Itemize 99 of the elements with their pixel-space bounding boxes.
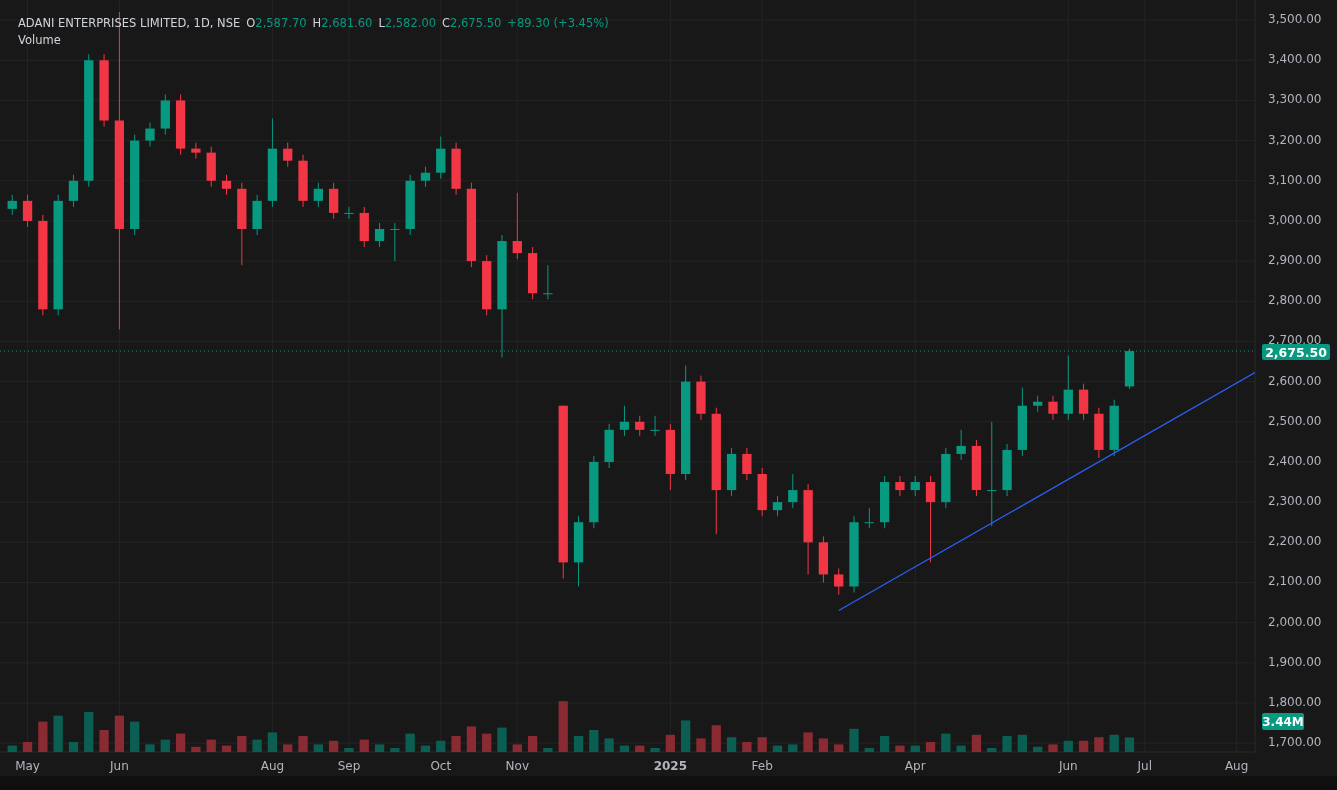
price-axis-label: 2,900.00 xyxy=(1268,253,1322,268)
price-axis-label: 3,200.00 xyxy=(1268,132,1322,147)
price-change: +89.30 (+3.45%) xyxy=(507,16,609,30)
ohlc-value: 2,681.60 xyxy=(321,16,373,30)
candle xyxy=(1094,407,1104,459)
ohlc-label: O xyxy=(246,16,256,30)
candle xyxy=(788,473,798,509)
candle xyxy=(359,206,369,248)
candle xyxy=(1033,395,1043,413)
time-axis-label: Jul xyxy=(1137,759,1153,773)
time-axis-label: Aug xyxy=(260,759,285,773)
price-axis-label: 3,000.00 xyxy=(1268,212,1322,227)
candle xyxy=(221,174,232,196)
candle xyxy=(160,93,170,136)
candle xyxy=(7,194,17,216)
candle xyxy=(390,222,400,262)
candle xyxy=(895,475,905,497)
candle xyxy=(1109,399,1119,457)
candle xyxy=(971,439,982,497)
candle xyxy=(374,222,385,248)
candle xyxy=(941,447,951,509)
candle xyxy=(405,174,415,236)
candle xyxy=(604,423,614,469)
candle xyxy=(650,415,660,437)
candle xyxy=(482,254,492,316)
price-axis-label: 3,300.00 xyxy=(1268,92,1322,107)
price-axis-label: 2,600.00 xyxy=(1268,373,1322,388)
time-axis-label: Feb xyxy=(751,759,773,773)
price-axis-label: 3,400.00 xyxy=(1268,52,1322,67)
price-axis-label: 2,500.00 xyxy=(1268,413,1322,428)
price-axis-label: 1,700.00 xyxy=(1268,735,1322,750)
candle xyxy=(573,515,584,587)
time-axis-label: Apr xyxy=(904,759,926,773)
time-axis-label: Nov xyxy=(505,759,529,773)
candle xyxy=(910,475,920,497)
time-axis-label: 2025 xyxy=(653,759,688,773)
candle xyxy=(344,206,354,220)
volume-label: Volume xyxy=(18,33,62,47)
candle xyxy=(543,264,553,300)
candle xyxy=(283,142,293,168)
candle xyxy=(635,415,645,437)
candle xyxy=(619,405,630,437)
time-axis-label: Jun xyxy=(110,759,129,773)
ohlc-value: 2,675.50 xyxy=(450,16,502,30)
price-axis-label: 2,300.00 xyxy=(1268,494,1322,509)
candle xyxy=(879,475,890,529)
ohlc-label: C xyxy=(442,16,451,30)
candle xyxy=(1048,395,1058,421)
price-axis-label: 1,900.00 xyxy=(1268,654,1322,669)
candle xyxy=(956,429,966,461)
current-price-badge: 2,675.50 xyxy=(1262,344,1330,361)
ohlc-value: 2,582.00 xyxy=(384,16,437,30)
candle xyxy=(772,495,783,517)
candle xyxy=(1124,348,1135,390)
candle xyxy=(864,507,874,529)
time-axis-label: Oct xyxy=(430,759,452,773)
price-axis-label: 2,200.00 xyxy=(1268,534,1322,549)
volume-badge: 3.44M xyxy=(1262,713,1304,730)
candle xyxy=(329,182,339,220)
candle xyxy=(1078,383,1089,421)
candle xyxy=(451,142,461,196)
candle xyxy=(834,567,844,596)
candle xyxy=(420,166,431,188)
candle xyxy=(818,535,829,583)
ohlc-label: L xyxy=(378,16,385,30)
candle xyxy=(191,142,201,160)
candle xyxy=(757,467,767,517)
candle xyxy=(175,93,186,156)
candle xyxy=(665,423,675,491)
ohlc-label: H xyxy=(312,16,322,30)
price-axis-label: 2,100.00 xyxy=(1268,574,1322,589)
candle xyxy=(742,447,752,481)
candle xyxy=(1063,355,1073,421)
candle xyxy=(313,182,323,208)
price-axis-label: 2,000.00 xyxy=(1268,614,1322,629)
ohlc-value: 2,587.70 xyxy=(255,16,307,30)
candle xyxy=(436,136,446,180)
time-axis-label: Aug xyxy=(1224,759,1249,773)
candle xyxy=(1017,387,1027,457)
candle xyxy=(726,447,737,497)
candle xyxy=(527,246,538,300)
candle xyxy=(206,146,216,188)
time-axis-label: May xyxy=(15,759,40,773)
candle xyxy=(298,154,308,208)
candle xyxy=(1002,443,1012,497)
time-axis-label: Sep xyxy=(337,759,361,773)
price-axis-label: 2,400.00 xyxy=(1268,453,1322,468)
candle xyxy=(512,192,522,260)
price-axis-label: 3,500.00 xyxy=(1268,12,1322,27)
price-axis-label: 3,100.00 xyxy=(1268,172,1322,187)
candle xyxy=(696,375,706,421)
trend-line[interactable] xyxy=(838,371,1255,612)
price-axis-label: 2,800.00 xyxy=(1268,293,1322,308)
candle xyxy=(252,194,262,236)
candle xyxy=(68,174,79,208)
price-axis-label: 1,800.00 xyxy=(1268,695,1322,709)
candle xyxy=(22,194,33,228)
time-axis-label: Jun xyxy=(1058,759,1078,773)
candle xyxy=(145,122,155,148)
